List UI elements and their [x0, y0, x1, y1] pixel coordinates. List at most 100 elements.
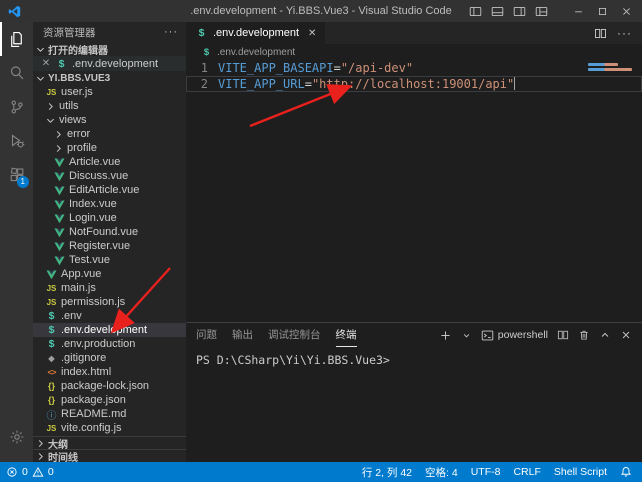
tree-item-label: Test.vue — [69, 254, 110, 266]
tree-file-NotFound.vue[interactable]: NotFound.vue — [33, 225, 186, 239]
toggle-sidebar-icon[interactable] — [469, 5, 482, 18]
shell-file-icon: $ — [55, 58, 68, 70]
kill-terminal-trash-icon[interactable] — [578, 329, 590, 341]
panel-tab-终端[interactable]: 终端 — [336, 323, 357, 347]
line-number: 2 — [186, 76, 208, 92]
extensions-badge: 1 — [17, 176, 29, 188]
editor-more-actions-icon[interactable]: ··· — [617, 26, 632, 40]
tree-file-Article.vue[interactable]: Article.vue — [33, 155, 186, 169]
tree-file-permission.js[interactable]: JSpermission.js — [33, 295, 186, 309]
split-editor-icon[interactable] — [594, 27, 607, 40]
close-panel-icon[interactable] — [620, 329, 632, 341]
tree-item-label: main.js — [61, 282, 96, 294]
split-terminal-icon[interactable] — [557, 329, 569, 341]
breadcrumb[interactable]: $ .env.development — [186, 44, 642, 60]
settings-gear-button[interactable] — [0, 420, 33, 454]
outline-section-header[interactable]: 大纲 — [33, 436, 186, 449]
eol-status[interactable]: CRLF — [513, 466, 540, 478]
tree-file-.env.development[interactable]: $.env.development — [33, 323, 186, 337]
sidebar-title: 资源管理器 — [43, 25, 96, 40]
json-file-icon: {} — [45, 381, 58, 391]
tab-close-icon[interactable]: ✕ — [308, 28, 316, 39]
encoding-status[interactable]: UTF-8 — [471, 466, 501, 478]
tree-folder-utils[interactable]: utils — [33, 99, 186, 113]
tree-folder-profile[interactable]: profile — [33, 141, 186, 155]
title-bar: .env.development - Yi.BBS.Vue3 - Visual … — [0, 0, 642, 22]
tree-file-index.html[interactable]: <>index.html — [33, 365, 186, 379]
minimap-line-1 — [588, 63, 618, 66]
new-terminal-icon[interactable] — [439, 329, 452, 342]
panel-tab-问题[interactable]: 问题 — [196, 323, 217, 347]
vue-file-icon — [53, 241, 66, 252]
tree-file-Discuss.vue[interactable]: Discuss.vue — [33, 169, 186, 183]
notifications-bell-icon[interactable] — [620, 466, 632, 478]
timeline-label: 时间线 — [48, 449, 78, 463]
activity-extensions-button[interactable]: 1 — [0, 158, 33, 192]
more-actions-icon[interactable]: ··· — [164, 26, 178, 38]
tree-file-Test.vue[interactable]: Test.vue — [33, 253, 186, 267]
activity-source-control-button[interactable] — [0, 90, 33, 124]
tree-file-vite.config.js[interactable]: JSvite.config.js — [33, 421, 186, 435]
cursor-position-status[interactable]: 行 2, 列 42 — [362, 465, 412, 480]
tree-item-label: Discuss.vue — [69, 170, 128, 182]
timeline-section-header[interactable]: 时间线 — [33, 449, 186, 462]
panel-tab-调试控制台[interactable]: 调试控制台 — [268, 323, 321, 347]
minimap[interactable] — [588, 63, 632, 73]
tree-file-README.md[interactable]: ⓘREADME.md — [33, 407, 186, 421]
panel-tab-输出[interactable]: 输出 — [232, 323, 253, 347]
tree-file-.env[interactable]: $.env — [33, 309, 186, 323]
chevron-right-icon — [35, 438, 46, 449]
editor-group: $ .env.development ✕ ··· $ .env.developm… — [186, 22, 642, 462]
tree-item-label: .gitignore — [61, 352, 106, 364]
code-line-1[interactable]: 1VITE_APP_BASEAPI="/api-dev" — [186, 60, 642, 76]
language-mode-status[interactable]: Shell Script — [554, 466, 607, 478]
tab-label: .env.development — [213, 27, 299, 39]
close-editor-icon[interactable]: ✕ — [41, 58, 51, 69]
maximize-panel-icon[interactable] — [599, 329, 611, 341]
terminal-content[interactable]: PS D:\CSharp\Yi\Yi.BBS.Vue3> — [186, 347, 642, 462]
tree-folder-error[interactable]: error — [33, 127, 186, 141]
close-button[interactable] — [621, 6, 632, 17]
titlebar-actions — [469, 5, 642, 18]
tree-folder-views[interactable]: views — [33, 113, 186, 127]
tree-file-Login.vue[interactable]: Login.vue — [33, 211, 186, 225]
tree-file-user.js[interactable]: JSuser.js — [33, 85, 186, 99]
activity-run-debug-button[interactable] — [0, 124, 33, 158]
open-editor-label: .env.development — [72, 58, 158, 70]
vue-file-icon — [53, 185, 66, 196]
maximize-button[interactable] — [597, 6, 608, 17]
tree-file-App.vue[interactable]: App.vue — [33, 267, 186, 281]
gear-icon — [9, 429, 25, 445]
toggle-panel-icon[interactable] — [491, 5, 504, 18]
terminal-dropdown-icon[interactable] — [461, 330, 472, 341]
open-editor-item[interactable]: ✕ $ .env.development — [33, 56, 186, 71]
problems-status[interactable]: 0 0 — [6, 466, 54, 478]
tree-file-.gitignore[interactable]: ◆.gitignore — [33, 351, 186, 365]
tree-file-package.json[interactable]: {}package.json — [33, 393, 186, 407]
tree-file-main.js[interactable]: JSmain.js — [33, 281, 186, 295]
minimize-button[interactable] — [573, 6, 584, 17]
activity-explorer-button[interactable] — [0, 22, 33, 56]
customize-layout-icon[interactable] — [535, 5, 548, 18]
open-editors-header[interactable]: 打开的编辑器 — [33, 42, 186, 56]
vue-file-icon — [53, 227, 66, 238]
activity-search-button[interactable] — [0, 56, 33, 90]
shell-selector[interactable]: powershell — [481, 329, 548, 342]
tree-file-EditArticle.vue[interactable]: EditArticle.vue — [33, 183, 186, 197]
tree-file-.env.production[interactable]: $.env.production — [33, 337, 186, 351]
indentation-status[interactable]: 空格: 4 — [425, 465, 458, 480]
code-line-2[interactable]: 2VITE_APP_URL="http://localhost:19001/ap… — [186, 76, 642, 92]
project-name-label: YI.BBS.VUE3 — [48, 73, 110, 84]
code-editor[interactable]: 1VITE_APP_BASEAPI="/api-dev"2VITE_APP_UR… — [186, 60, 642, 322]
project-section-header[interactable]: YI.BBS.VUE3 — [33, 71, 186, 85]
js-file-icon: JS — [45, 424, 58, 433]
search-icon — [9, 65, 25, 81]
editor-tab[interactable]: $ .env.development ✕ — [186, 22, 325, 44]
tree-file-package-lock.json[interactable]: {}package-lock.json — [33, 379, 186, 393]
chevron-right-icon — [53, 129, 64, 140]
warning-count: 0 — [48, 466, 54, 478]
tree-file-Register.vue[interactable]: Register.vue — [33, 239, 186, 253]
tree-file-Index.vue[interactable]: Index.vue — [33, 197, 186, 211]
toggle-secondary-sidebar-icon[interactable] — [513, 5, 526, 18]
open-editors-label: 打开的编辑器 — [48, 42, 108, 57]
